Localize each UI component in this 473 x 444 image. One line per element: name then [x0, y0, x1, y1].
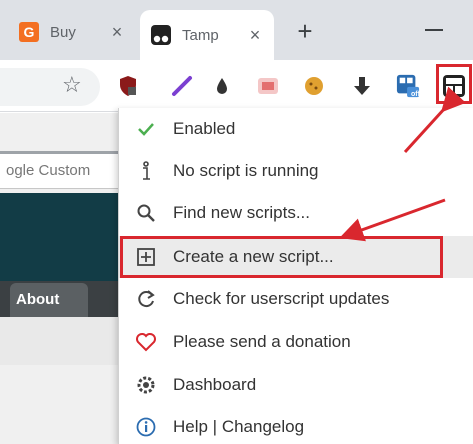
menu-item-help[interactable]: Help | Changelog	[119, 406, 473, 444]
tab-title: Tamp	[182, 26, 219, 44]
menu-item-dashboard[interactable]: Dashboard	[119, 364, 473, 406]
tab-tampermonkey[interactable]: Tamp ×	[140, 10, 274, 60]
tampermonkey-icon	[150, 24, 172, 46]
download-extension-icon[interactable]	[350, 74, 374, 98]
info-icon	[133, 158, 159, 184]
minimize-icon[interactable]	[425, 29, 443, 31]
menu-item-enabled[interactable]: Enabled	[119, 108, 473, 150]
menu-item-donation[interactable]: Please send a donation	[119, 321, 473, 363]
annotation-box-create-script	[120, 236, 443, 278]
menu-item-label: Help | Changelog	[173, 417, 305, 436]
menu-item-label: Please send a donation	[173, 332, 351, 351]
feather-extension-icon[interactable]	[170, 74, 194, 98]
browser-toolbar: ☆ off	[0, 60, 473, 112]
extension-badge: off	[411, 91, 420, 98]
page-header-banner	[0, 193, 130, 281]
tab-buy[interactable]: G Buy ×	[8, 12, 136, 52]
info-circle-icon	[133, 414, 159, 440]
menu-item-label: Find new scripts...	[173, 203, 310, 222]
heart-icon	[133, 329, 159, 355]
menu-item-check-updates[interactable]: Check for userscript updates	[119, 278, 473, 320]
drop-extension-icon[interactable]	[210, 74, 234, 98]
gear-icon	[133, 372, 159, 398]
page-content-area	[0, 317, 130, 365]
search-icon	[133, 200, 159, 226]
page-nav-bar: About	[0, 281, 130, 317]
search-box[interactable]: ogle Custom	[0, 151, 130, 189]
checkmark-icon	[133, 116, 159, 142]
grid-extension-icon[interactable]: off	[396, 74, 420, 98]
address-bar[interactable]	[0, 68, 100, 106]
annotation-box-tampermonkey	[436, 64, 472, 104]
g-logo-icon: G	[18, 21, 40, 43]
menu-item-find-scripts[interactable]: Find new scripts...	[119, 192, 473, 234]
cookie-extension-icon[interactable]	[302, 74, 326, 98]
close-icon[interactable]: ×	[106, 22, 128, 43]
shield-extension-icon[interactable]	[116, 74, 140, 98]
refresh-icon	[133, 286, 159, 312]
new-tab-button[interactable]: +	[290, 16, 320, 46]
tab-title: Buy	[50, 23, 76, 41]
translate-extension-icon[interactable]	[256, 74, 280, 98]
about-tab[interactable]: About	[10, 283, 88, 317]
menu-item-label: Dashboard	[173, 375, 257, 394]
menu-item-label: Enabled	[173, 119, 236, 138]
menu-item-no-script[interactable]: No script is running	[119, 150, 473, 192]
svg-text:G: G	[24, 24, 35, 40]
menu-item-label: No script is running	[173, 161, 319, 180]
close-icon[interactable]: ×	[244, 25, 266, 46]
tab-strip: G Buy × Tamp × +	[0, 0, 473, 60]
search-box-text: ogle Custom	[6, 162, 91, 179]
menu-item-label: Check for userscript updates	[173, 289, 390, 308]
bookmark-star-icon[interactable]: ☆	[62, 72, 82, 98]
